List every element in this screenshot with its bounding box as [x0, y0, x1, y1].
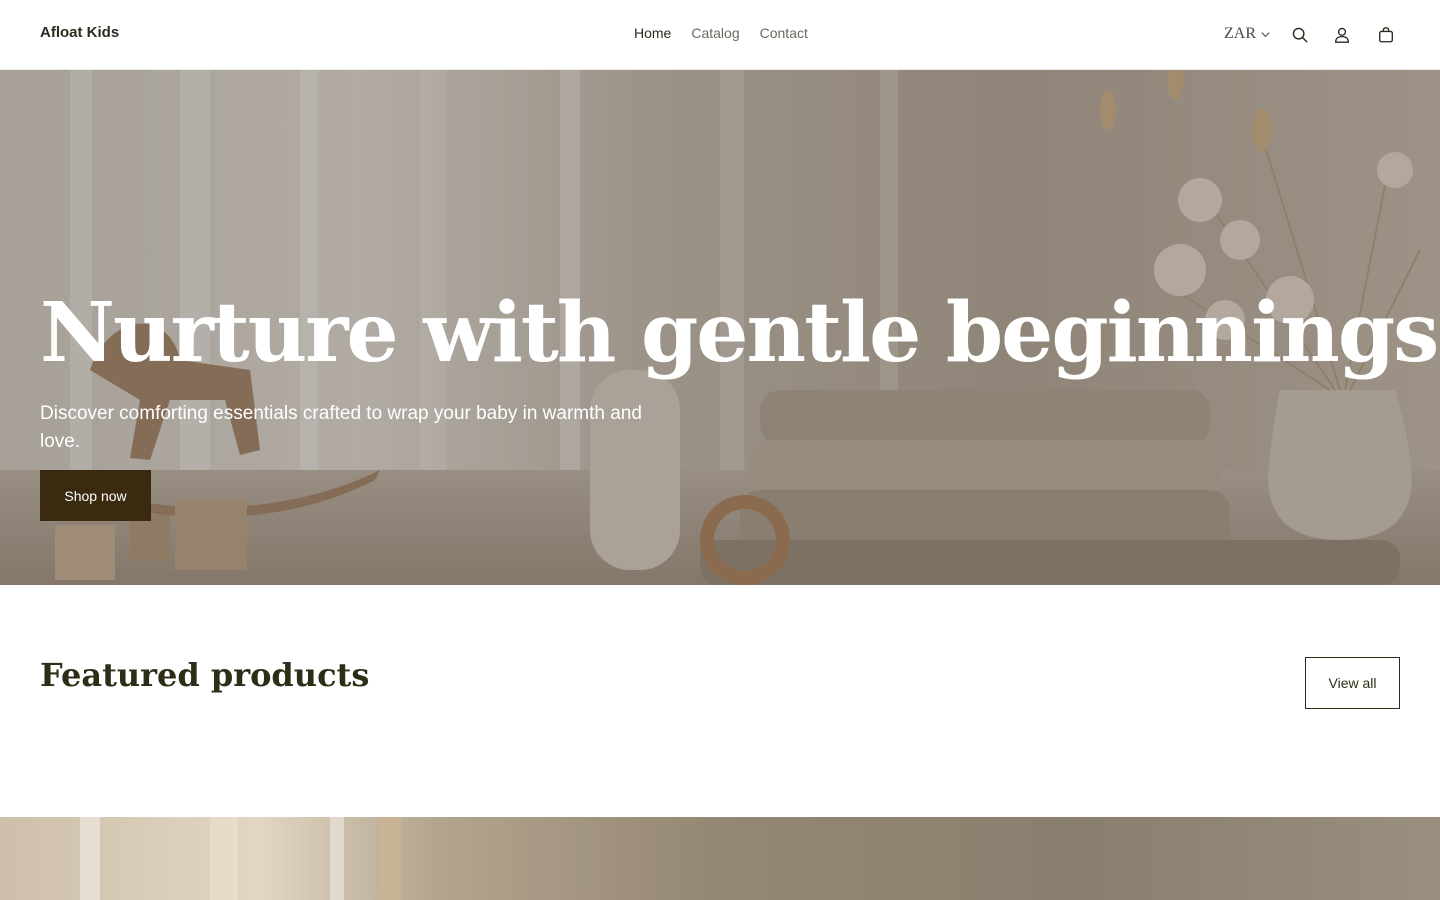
account-button[interactable]: [1331, 24, 1353, 46]
chevron-down-icon: [1261, 31, 1270, 37]
featured-products-title: Featured products: [40, 656, 370, 694]
account-icon: [1335, 27, 1349, 43]
site-header: Afloat Kids Home Catalog Contact ZAR: [0, 0, 1440, 70]
currency-label: ZAR: [1224, 25, 1256, 42]
nav-item-home[interactable]: Home: [634, 25, 671, 41]
cart-button[interactable]: [1375, 24, 1397, 46]
banner-background-image: [80, 817, 402, 900]
nav-item-catalog[interactable]: Catalog: [691, 25, 739, 41]
currency-selector[interactable]: ZAR: [1224, 25, 1271, 43]
hero-subtitle: Discover comforting essentials crafted t…: [40, 403, 642, 452]
shop-now-button[interactable]: Shop now: [40, 470, 151, 521]
secondary-banner-image: [0, 817, 1440, 900]
hero-banner: Nurture with gentle beginnings Discover …: [0, 70, 1440, 585]
view-all-button[interactable]: View all: [1305, 657, 1400, 709]
brand-logo[interactable]: Afloat Kids: [40, 24, 119, 41]
cart-icon: [1379, 27, 1393, 43]
search-icon: [1292, 27, 1308, 43]
search-button[interactable]: [1289, 24, 1311, 46]
nav-item-contact[interactable]: Contact: [760, 25, 808, 41]
hero-title: Nurture with gentle beginnings: [40, 285, 1439, 381]
main-nav: Home Catalog Contact: [634, 25, 808, 41]
